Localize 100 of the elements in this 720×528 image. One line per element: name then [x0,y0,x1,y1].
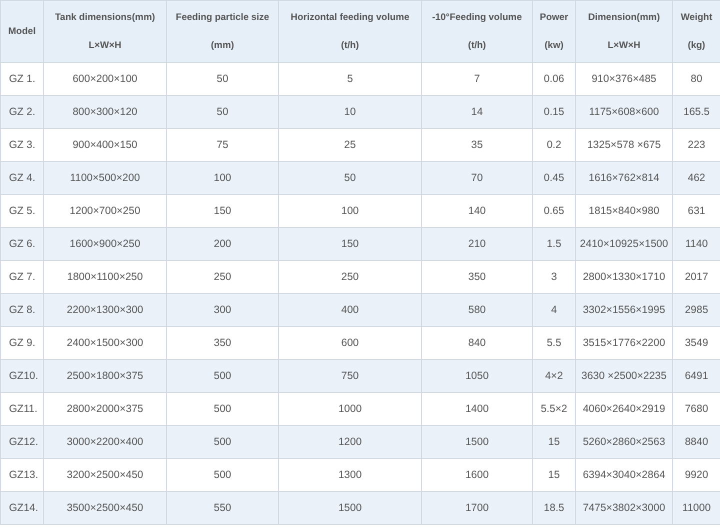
table-cell: 1600 [465,469,489,481]
table-cell: 4 [551,304,557,316]
table-cell: 1500 [465,436,489,448]
table-cell: 3515×1776×2200 [582,337,666,349]
table-cell: 2800×1330×1710 [582,271,666,283]
table-cell: 500 [214,436,232,448]
table-cell: 1300 [338,469,362,481]
table-cell: 350 [468,271,486,283]
table-cell: 15 [548,436,560,448]
table-cell: GZ 8. [9,304,36,316]
table-cell: 1800×1100×250 [67,271,143,283]
column-header: Power [540,10,568,24]
table-cell: 7475×3802×3000 [582,502,666,514]
table-cell: 11000 [682,502,711,514]
table-cell: GZ 2. [9,106,36,118]
table-cell: 80 [690,73,702,85]
table-cell: 0.45 [544,172,564,184]
table-cell: 50 [344,172,356,184]
table-cell: 150 [214,205,232,217]
table-cell: 2985 [684,304,708,316]
table-cell: 840 [468,337,486,349]
table-cell: 3000×2200×400 [66,436,144,448]
table-cell: 100 [214,172,232,184]
table-cell: 150 [341,238,359,250]
table-cell: 3500×2500×450 [66,502,144,514]
table-cell: GZ10. [9,370,38,382]
table-cell: 7680 [684,403,708,415]
table-cell: 3200×2500×450 [66,469,144,481]
table-cell: 1400 [465,403,489,415]
table-cell: 1815×840×980 [588,205,660,217]
table-cell: 200 [214,238,232,250]
table-cell: 10 [344,106,356,118]
table-cell: 1200×700×250 [70,205,140,217]
table-cell: 0.2 [546,139,562,151]
table-cell: 2017 [684,271,708,283]
table-cell: 140 [468,205,486,217]
table-cell: 900×400×150 [72,139,138,151]
table-cell: 600 [341,337,359,349]
table-cell: 631 [688,205,706,217]
table-cell: 3630 ×2500×2235 [581,370,667,382]
table-cell: 9920 [684,469,708,481]
table-cell: 3302×1556×1995 [582,304,666,316]
table-cell: 165.5 [683,106,710,118]
table-cell: 223 [688,139,706,151]
table-cell: 462 [688,172,706,184]
table-cell: 400 [341,304,359,316]
table-cell: GZ 1. [9,73,36,85]
table-cell: GZ11. [9,403,38,415]
table-cell: 350 [214,337,232,349]
table-cell: 2400×1500×300 [66,337,144,349]
table-cell: 6394×3040×2864 [582,469,666,481]
table-cell: 250 [341,271,359,283]
table-cell: 5.5 [546,337,562,349]
column-header: Tank dimensions(mm) [54,10,156,24]
table-cell: 8840 [684,436,708,448]
table-cell: 18.5 [544,502,564,514]
table-cell: GZ 9. [9,337,36,349]
table-cell: 25 [344,139,356,151]
table-cell: 1175×608×600 [589,106,659,118]
table-cell: 3549 [684,337,708,349]
column-header: Dimension(mm) [588,10,660,24]
table-cell: 1700 [465,502,489,514]
table-cell: 210 [468,238,486,250]
table-cell: 5.5×2 [540,403,568,415]
table-cell: 0.15 [544,106,564,118]
table-cell: 1100×500×200 [70,172,140,184]
table-cell: 1500 [338,502,362,514]
table-cell: 1325×578 ×675 [587,139,661,151]
table-cell: GZ13. [9,469,38,481]
table-cell: 4060×2640×2919 [582,403,666,415]
table-cell: GZ 7. [9,271,36,283]
table-cell: 1000 [338,403,362,415]
table-cell: 800×300×120 [72,106,138,118]
column-header: L×W×H [608,38,640,52]
table-cell: 50 [216,73,228,85]
table-cell: 6491 [684,370,708,382]
table-cell: 250 [214,271,232,283]
table-cell: 3 [551,271,557,283]
table-cell: 550 [214,502,232,514]
column-header: Weight [680,10,712,24]
table-cell: GZ 5. [9,205,36,217]
table-cell: 1050 [465,370,489,382]
table-cell: 2200×1300×300 [66,304,144,316]
column-header: (kg) [688,38,706,52]
column-header: (kw) [544,38,564,52]
table-cell: GZ12. [9,436,38,448]
table-cell: 500 [214,469,232,481]
table-cell: 500 [214,370,232,382]
column-header: Model [8,24,36,38]
table-cell: 5260×2860×2563 [582,436,666,448]
table-cell: 600×200×100 [72,73,138,85]
table-cell: 580 [468,304,486,316]
table-cell: 7 [474,73,480,85]
table-cell: 2500×1800×375 [66,370,144,382]
table-cell: 1616×762×814 [588,172,660,184]
table-cell: 1600×900×250 [70,238,140,250]
column-header: (mm) [210,38,234,52]
table-cell: 14 [471,106,483,118]
table-cell: 75 [216,139,228,151]
table-cell: 70 [471,172,483,184]
